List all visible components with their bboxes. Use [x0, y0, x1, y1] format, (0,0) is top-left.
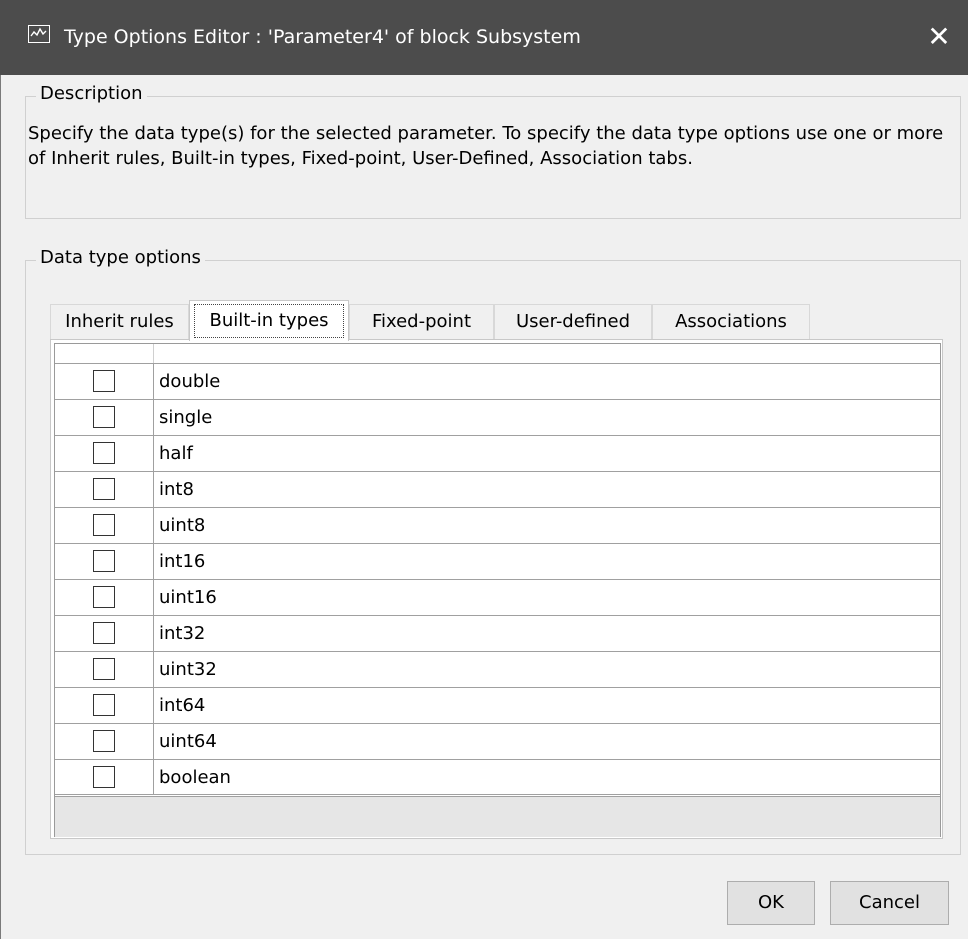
checkbox-cell	[55, 364, 154, 399]
table-row: double	[55, 363, 940, 399]
type-name: uint32	[159, 659, 217, 680]
table-row: half	[55, 435, 940, 471]
table-row: single	[55, 399, 940, 435]
window-title: Type Options Editor : 'Parameter4' of bl…	[64, 26, 581, 48]
checkbox-cell	[55, 436, 154, 471]
tab-associations[interactable]: Associations	[652, 304, 810, 340]
type-name: int8	[159, 479, 194, 500]
table-header	[55, 344, 940, 363]
type-checkbox[interactable]	[93, 658, 115, 680]
table-row: uint64	[55, 723, 940, 759]
type-checkbox[interactable]	[93, 550, 115, 572]
type-checkbox[interactable]	[93, 694, 115, 716]
checkbox-cell	[55, 544, 154, 579]
tab-label: User-defined	[515, 311, 631, 332]
type-name: half	[159, 443, 193, 464]
cancel-button[interactable]: Cancel	[830, 881, 949, 925]
type-name: boolean	[159, 767, 231, 788]
ok-button[interactable]: OK	[727, 881, 815, 925]
checkbox-cell	[55, 688, 154, 723]
table-row: boolean	[55, 759, 940, 795]
type-name: uint64	[159, 731, 217, 752]
type-checkbox[interactable]	[93, 514, 115, 536]
table-row: int8	[55, 471, 940, 507]
tab-label: Associations	[675, 311, 787, 332]
tab-inherit-rules[interactable]: Inherit rules	[50, 304, 189, 340]
type-checkbox[interactable]	[93, 622, 115, 644]
description-text: Specify the data type(s) for the selecte…	[28, 123, 944, 169]
description-group: Description Specify the data type(s) for…	[25, 83, 961, 219]
table-row: int64	[55, 687, 940, 723]
table-footer	[55, 796, 940, 837]
type-checkbox[interactable]	[93, 730, 115, 752]
dialog-body: Description Specify the data type(s) for…	[0, 75, 968, 939]
simulink-app-icon	[28, 25, 50, 43]
header-divider	[153, 344, 154, 363]
type-checkbox[interactable]	[93, 766, 115, 788]
table-row: int32	[55, 615, 940, 651]
close-icon[interactable]: ✕	[924, 22, 954, 52]
built-in-types-table: double single half int8 uint8 int16 uint…	[54, 343, 941, 837]
type-name: int16	[159, 551, 206, 572]
tab-label: Inherit rules	[65, 311, 174, 332]
table-row: uint8	[55, 507, 940, 543]
checkbox-cell	[55, 724, 154, 759]
checkbox-cell	[55, 760, 154, 795]
tab-fixed-point[interactable]: Fixed-point	[349, 304, 494, 340]
checkbox-cell	[55, 580, 154, 615]
type-name: uint16	[159, 587, 217, 608]
checkbox-cell	[55, 616, 154, 651]
table-row: int16	[55, 543, 940, 579]
tab-label: Fixed-point	[371, 311, 472, 332]
title-bar: Type Options Editor : 'Parameter4' of bl…	[0, 0, 968, 75]
checkbox-cell	[55, 508, 154, 543]
tab-user-defined[interactable]: User-defined	[494, 304, 652, 340]
data-type-options-group: Data type options Inherit rules Built-in…	[25, 247, 961, 855]
type-name: single	[159, 407, 213, 428]
checkbox-cell	[55, 652, 154, 687]
type-checkbox[interactable]	[93, 442, 115, 464]
table-row: uint16	[55, 579, 940, 615]
checkbox-cell	[55, 472, 154, 507]
type-name: int64	[159, 695, 206, 716]
tab-label: Built-in types	[194, 304, 344, 338]
tab-built-in-types[interactable]: Built-in types	[189, 300, 349, 341]
tab-content-panel: double single half int8 uint8 int16 uint…	[50, 339, 943, 839]
checkbox-cell	[55, 400, 154, 435]
table-body: double single half int8 uint8 int16 uint…	[55, 363, 940, 795]
table-row: uint32	[55, 651, 940, 687]
description-legend: Description	[36, 83, 147, 104]
type-checkbox[interactable]	[93, 370, 115, 392]
data-type-options-legend: Data type options	[36, 247, 205, 268]
type-name: int32	[159, 623, 206, 644]
type-checkbox[interactable]	[93, 406, 115, 428]
type-name: uint8	[159, 515, 206, 536]
type-name: double	[159, 371, 221, 392]
type-checkbox[interactable]	[93, 586, 115, 608]
type-checkbox[interactable]	[93, 478, 115, 500]
